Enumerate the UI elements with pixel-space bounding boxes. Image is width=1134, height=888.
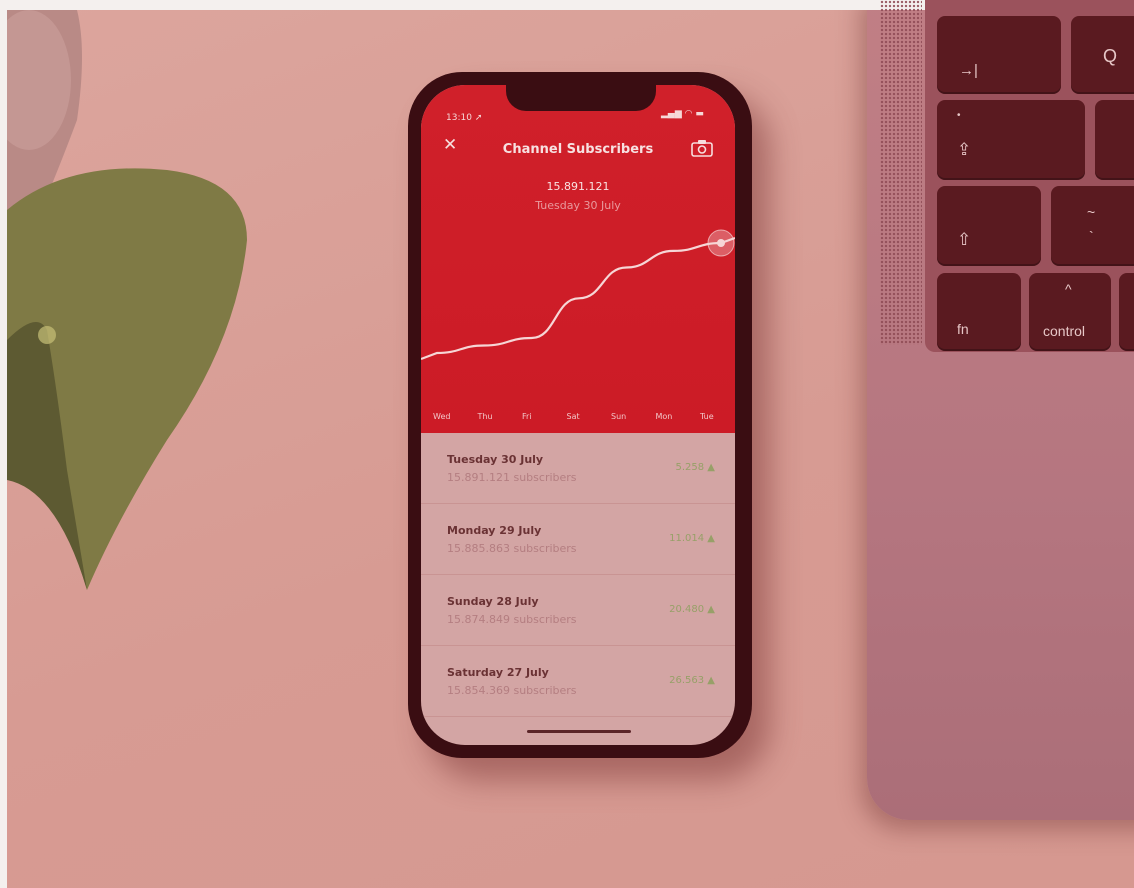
a-key (1095, 100, 1134, 180)
x-tick-thu: Thu (477, 412, 493, 421)
list-item-change: 5.258 ▲ (675, 462, 716, 473)
control-key: ^ control (1029, 273, 1111, 351)
x-tick-wed: Wed (433, 412, 451, 421)
list-item-change: 26.563 ▲ (669, 675, 715, 686)
wifi-icon: ◠ (684, 109, 693, 119)
x-tick-sun: Sun (611, 412, 627, 421)
location-arrow-icon: ➚ (474, 113, 483, 123)
chart-header: 13:10 ➚ ▂▄▆ ◠ ▬ ✕ Channel Subscribers 15… (421, 85, 735, 433)
x-tick-sat: Sat (566, 412, 580, 421)
series-line (421, 236, 735, 361)
left-border (0, 10, 7, 888)
list-item-day: Sunday 28 July (447, 595, 539, 608)
status-time: 13:10 ➚ (446, 113, 483, 123)
status-icons: ▂▄▆ ◠ ▬ (661, 109, 704, 119)
tab-key: →| (937, 16, 1061, 94)
selected-point-ring[interactable] (707, 229, 735, 257)
list-item[interactable]: Sunday 28 July 15.874.849 subscribers 20.4… (421, 575, 735, 646)
caps-indicator-dot: • (957, 110, 961, 121)
q-key: Q (1071, 16, 1134, 94)
x-tick-fri: Fri (522, 412, 532, 421)
list-item-day: Tuesday 30 July (447, 453, 544, 466)
page-title: Channel Subscribers (502, 142, 654, 157)
list-item-subscribers: 15.891.121 subscribers (447, 471, 577, 484)
tilde-key: ~ ` (1051, 186, 1134, 266)
laptop-speaker-grille (880, 0, 922, 345)
subscriber-line-chart[interactable] (421, 215, 735, 415)
phone-notch (506, 85, 656, 111)
caps-lock-key: • ⇪ (937, 100, 1085, 180)
camera-icon[interactable] (691, 139, 713, 157)
selected-value: 15.891.121 (546, 180, 610, 193)
list-item-subscribers: 15.874.849 subscribers (447, 613, 577, 626)
selected-date: Tuesday 30 July (535, 199, 621, 212)
list-item-subscribers: 15.854.369 subscribers (447, 684, 577, 697)
plant-illustration (7, 10, 247, 590)
laptop-keyboard: →| Q • ⇪ ⇧ ~ ` fn ^ control (925, 0, 1134, 352)
list-item-day: Saturday 27 July (447, 666, 549, 679)
home-indicator[interactable] (527, 730, 631, 733)
list-item[interactable]: Saturday 27 July 15.854.369 subscribers 26… (421, 646, 735, 717)
shift-key: ⇧ (937, 186, 1041, 266)
x-tick-tue: Tue (700, 412, 714, 421)
list-item[interactable]: Monday 29 July 15.885.863 subscribers 11.0… (421, 504, 735, 575)
battery-icon: ▬ (695, 109, 704, 119)
list-item-day: Monday 29 July (447, 524, 542, 537)
fn-key: fn (937, 273, 1021, 351)
signal-icon: ▂▄▆ (661, 109, 682, 119)
plant-leaf-highlight (38, 326, 56, 344)
list-item-subscribers: 15.885.863 subscribers (447, 542, 577, 555)
x-tick-mon: Mon (655, 412, 673, 421)
list-item[interactable]: Tuesday 30 July 15.891.121 subscribers 5.2… (421, 433, 735, 504)
list-item-change: 11.014 ▲ (669, 533, 715, 544)
list-item-change: 20.480 ▲ (669, 604, 715, 615)
phone-screen: 13:10 ➚ ▂▄▆ ◠ ▬ ✕ Channel Subscribers 15… (421, 85, 735, 745)
option-key (1119, 273, 1134, 351)
